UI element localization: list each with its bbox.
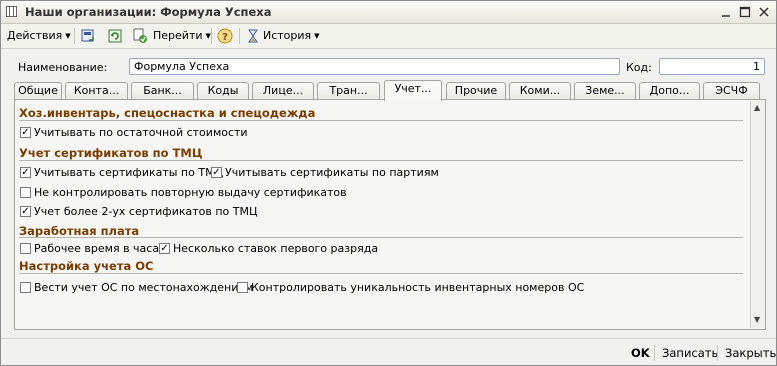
toolbar-separator [211, 28, 212, 44]
history-icon[interactable] [245, 28, 261, 44]
structure-icon[interactable] [132, 28, 148, 44]
refresh-icon[interactable] [107, 28, 123, 44]
actions-menu[interactable]: Действия ▼ [7, 27, 71, 45]
navigate-label: Перейти [153, 29, 203, 42]
checkbox-box [237, 282, 248, 293]
checkbox-label: Учет более 2-ух сертификатов по ТМЦ [34, 205, 258, 218]
minimize-button[interactable] [718, 4, 734, 20]
navigate-menu[interactable]: Перейти ▼ [153, 27, 211, 45]
checkbox-label: Контролировать уникальность инвентарных … [251, 281, 585, 294]
maximize-button[interactable] [737, 4, 753, 20]
toolbar-separator [239, 28, 240, 44]
section-divider [19, 120, 743, 121]
minimize-icon [722, 15, 730, 17]
tab-licenses[interactable]: Лице... [252, 82, 314, 99]
chevron-down-icon: ▼ [314, 32, 320, 40]
section-title-inventory: Хоз.инвентарь, спецоснастка и спецодежда [19, 106, 316, 120]
footer-separator [654, 345, 655, 361]
checkbox-box: ✓ [159, 243, 170, 254]
section-divider [19, 273, 743, 274]
scroll-down-icon[interactable]: ▼ [754, 315, 760, 324]
help-glyph: ? [222, 32, 228, 43]
vertical-scrollbar[interactable]: ▲ ▼ [750, 101, 765, 328]
section-divider [19, 237, 743, 238]
app-icon [6, 6, 17, 17]
tab-land[interactable]: Земе... [574, 82, 636, 99]
section-title-salary: Заработная плата [19, 224, 140, 238]
help-icon[interactable]: ? [217, 28, 233, 44]
checkbox-box: ✓ [20, 206, 31, 217]
checkbox-box: ✓ [20, 127, 31, 138]
actions-label: Действия [7, 29, 63, 42]
section-title-certificates: Учет сертификатов по ТМЦ [19, 146, 203, 160]
tab-general[interactable]: Общие [14, 82, 62, 99]
tab-other[interactable]: Прочие [446, 82, 506, 99]
checkbox-label: Не контролировать повторную выдачу серти… [34, 186, 347, 199]
history-label: История [263, 29, 312, 42]
chevron-down-icon: ▼ [65, 32, 71, 40]
tab-commission[interactable]: Коми... [509, 82, 571, 99]
title-bar: Наши организации: Формула Успеха [1, 1, 776, 24]
checkbox-label: Учитывать по остаточной стоимости [34, 126, 248, 139]
checkbox-label: Рабочее время в часах [34, 242, 166, 255]
checkbox-label: Несколько ставок первого разряда [173, 242, 379, 255]
footer-divider [1, 338, 776, 339]
checkbox-label: Учитывать сертификаты по ТМЦ [34, 166, 224, 179]
name-label: Наименование: [18, 61, 108, 74]
tab-bank[interactable]: Банк... [131, 82, 194, 99]
code-field[interactable]: 1 [659, 58, 765, 75]
tab-esf[interactable]: ЭСЧФ [703, 82, 760, 99]
code-label: Код: [626, 61, 652, 74]
tab-contacts[interactable]: Конта... [65, 82, 128, 99]
checkbox-label: Учитывать сертификаты по партиям [225, 166, 439, 179]
toolbar: Действия ▼ Перейти ▼ ? История ▼ [1, 24, 776, 49]
close-button[interactable]: Закрыть [725, 346, 776, 360]
maximize-icon [739, 6, 751, 18]
checkbox-box: ✓ [211, 167, 222, 178]
checkbox-box [20, 282, 31, 293]
tab-additional[interactable]: Допо... [639, 82, 700, 99]
checkbox-box [20, 243, 31, 254]
ok-button[interactable]: OK [631, 346, 650, 360]
close-icon [759, 7, 769, 17]
checkbox-label: Вести учет ОС по местонахождениям [34, 281, 254, 294]
close-window-button[interactable] [756, 4, 772, 20]
tab-transport[interactable]: Тран... [317, 82, 380, 99]
checkbox-box [20, 187, 31, 198]
window-title: Наши организации: Формула Успеха [25, 5, 272, 19]
organization-window: Наши организации: Формула Успеха Действи… [0, 0, 777, 366]
section-divider [19, 160, 743, 161]
history-menu[interactable]: История ▼ [263, 27, 320, 45]
footer-separator [717, 345, 718, 361]
scroll-up-icon[interactable]: ▲ [754, 103, 760, 112]
name-field[interactable]: Формула Успеха [129, 58, 620, 75]
save-close-icon[interactable] [80, 28, 96, 44]
section-title-fixed-assets: Настройка учета ОС [19, 259, 154, 273]
checkbox-box: ✓ [20, 167, 31, 178]
save-button[interactable]: Записать [662, 346, 718, 360]
tab-codes[interactable]: Коды [197, 82, 249, 99]
toolbar-separator [74, 28, 75, 44]
tab-accounting[interactable]: Учет... [384, 80, 442, 101]
